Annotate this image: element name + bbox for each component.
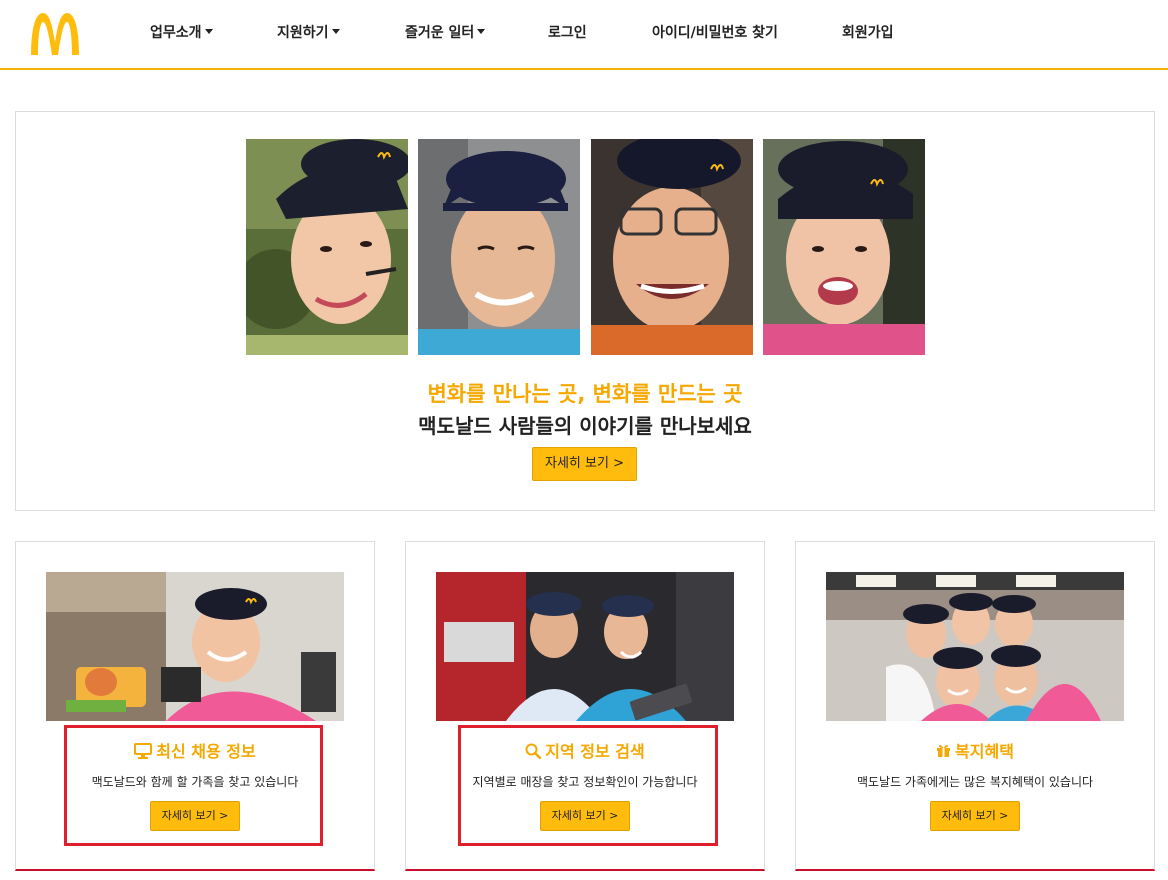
employee-portrait-1 [246, 139, 408, 355]
hero-section: 변화를 만나는 곳, 변화를 만드는 곳 맥도날드 사람들의 이야기를 만나보세… [15, 111, 1155, 511]
employee-portrait-2 [418, 139, 580, 355]
employee-portrait-4 [763, 139, 925, 355]
nav-menu-apply[interactable]: 지원하기 [277, 22, 340, 42]
top-header: 업무소개 지원하기 즐거운 일터 로그인 아이디/비밀번호 찾기 회원가입 [0, 0, 1168, 70]
card-title-text: 복지혜택 [955, 742, 1014, 761]
nav-label: 회원가입 [842, 25, 894, 41]
card-photo-welfare [826, 572, 1124, 721]
card-welfare-benefits: 복지혜택 맥도날드 가족에게는 많은 복지혜택이 있습니다 자세히 보기 > [795, 541, 1155, 871]
hero-more-button[interactable]: 자세히 보기 > [532, 447, 637, 481]
card-more-button-welfare[interactable]: 자세히 보기 > [930, 801, 1020, 831]
highlight-box-regional [458, 725, 718, 846]
nav-login-link[interactable]: 로그인 [548, 22, 587, 42]
nav-label: 로그인 [548, 25, 587, 41]
nav-find-id-password-link[interactable]: 아이디/비밀번호 찾기 [652, 22, 778, 42]
caret-down-icon [204, 28, 213, 34]
card-photo-regional [436, 572, 734, 721]
nav-menu-business-intro[interactable]: 업무소개 [150, 22, 213, 42]
card-photo-recruitment [46, 572, 344, 721]
caret-down-icon [477, 28, 486, 34]
nav-menu-happy-workplace[interactable]: 즐거운 일터 [405, 22, 486, 42]
caret-down-icon [331, 28, 340, 34]
employee-portrait-3 [591, 139, 753, 355]
nav-label: 지원하기 [277, 25, 329, 41]
gift-icon [937, 744, 951, 757]
highlight-box-recruitment [64, 725, 323, 846]
hero-title: 변화를 만나는 곳, 변화를 만드는 곳 [427, 382, 743, 406]
mcdonalds-golden-arches-icon[interactable] [28, 10, 82, 56]
hero-subtitle: 맥도날드 사람들의 이야기를 만나보세요 [418, 414, 752, 438]
nav-label: 업무소개 [150, 25, 202, 41]
nav-signup-link[interactable]: 회원가입 [842, 22, 894, 42]
card-description: 맥도날드 가족에게는 많은 복지혜택이 있습니다 [856, 775, 1094, 789]
card-title-welfare: 복지혜택 [796, 738, 1154, 762]
nav-label: 아이디/비밀번호 찾기 [652, 25, 778, 41]
nav-label: 즐거운 일터 [405, 25, 475, 41]
